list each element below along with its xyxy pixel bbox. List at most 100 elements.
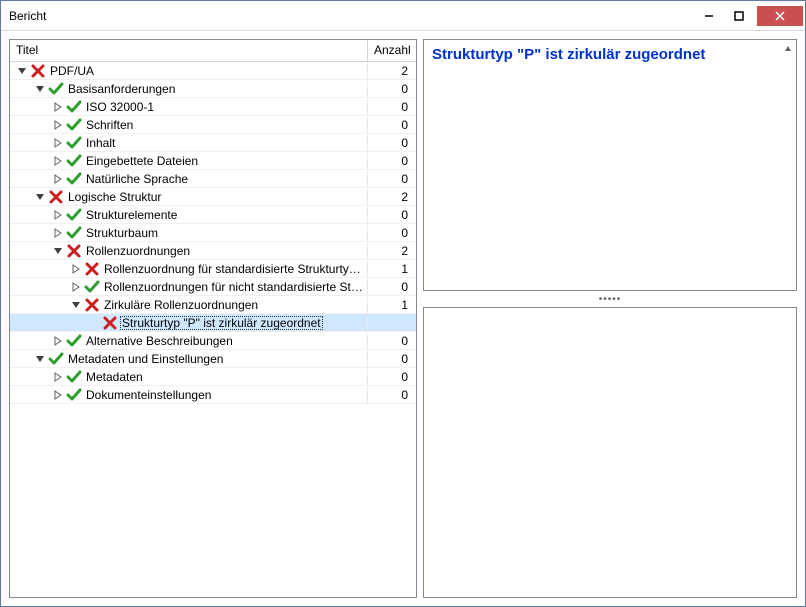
tree-panel: Titel Anzahl PDF/UA2Basisanforderungen0I… [9, 39, 417, 598]
tree-row[interactable]: Eingebettete Dateien0 [10, 152, 416, 170]
chevron-right-icon[interactable] [52, 119, 64, 131]
chevron-right-icon[interactable] [52, 209, 64, 221]
tree-row[interactable]: Rollenzuordnungen für nicht standardisie… [10, 278, 416, 296]
chevron-right-icon[interactable] [52, 137, 64, 149]
tree-row[interactable]: Rollenzuordnung für standardisierte Stru… [10, 260, 416, 278]
chevron-right-icon[interactable] [52, 227, 64, 239]
tree-row-title-cell: Schriften [10, 117, 368, 133]
tree-row-count: 0 [368, 334, 416, 348]
window-title: Bericht [9, 9, 693, 23]
tree-row-count: 2 [368, 64, 416, 78]
tree-row[interactable]: Basisanforderungen 0 [10, 80, 416, 98]
tree-row[interactable]: Metadaten0 [10, 368, 416, 386]
checkmark-icon [66, 153, 82, 169]
tree-row-title-cell: PDF/UA [10, 63, 368, 79]
chevron-right-icon[interactable] [52, 155, 64, 167]
report-window: Bericht Titel Anzahl PDF/UA2Basisanforde… [0, 0, 806, 607]
tree-row[interactable]: Dokumenteinstellungen0 [10, 386, 416, 404]
tree-row-count: 0 [368, 208, 416, 222]
checkmark-icon [66, 333, 82, 349]
error-x-icon [102, 315, 118, 331]
chevron-right-icon[interactable] [70, 281, 82, 293]
checkmark-icon [48, 81, 64, 97]
tree-row-label: Natürliche Sprache [84, 172, 190, 186]
tree-row-count: 0 [368, 172, 416, 186]
tree-row[interactable]: Zirkuläre Rollenzuordnungen1 [10, 296, 416, 314]
chevron-down-icon[interactable] [34, 353, 46, 365]
tree-row[interactable]: Rollenzuordnungen2 [10, 242, 416, 260]
titlebar[interactable]: Bericht [1, 1, 805, 31]
tree-row-count: 0 [368, 82, 416, 96]
detail-panel: Strukturtyp "P" ist zirkulär zugeordnet [423, 39, 797, 291]
tree-row-title-cell: Strukturelemente [10, 207, 368, 223]
tree-row[interactable]: Strukturtyp "P" ist zirkulär zugeordnet [10, 314, 416, 332]
tree-row-label: Rollenzuordnung für standardisierte Stru… [102, 262, 363, 276]
checkmark-icon [84, 279, 100, 295]
tree-row-count: 0 [368, 100, 416, 114]
tree-row-count: 0 [368, 352, 416, 366]
minimize-button[interactable] [695, 6, 723, 26]
tree-row-title-cell: Alternative Beschreibungen [10, 333, 368, 349]
tree-row-label: Rollenzuordnungen für nicht standardisie… [102, 280, 367, 294]
tree-row[interactable]: Logische Struktur2 [10, 188, 416, 206]
chevron-down-icon[interactable] [34, 191, 46, 203]
error-x-icon [30, 63, 46, 79]
chevron-right-icon[interactable] [52, 173, 64, 185]
chevron-right-icon[interactable] [52, 101, 64, 113]
tree-row[interactable]: Alternative Beschreibungen 0 [10, 332, 416, 350]
tree-row[interactable]: Natürliche Sprache 0 [10, 170, 416, 188]
tree-row[interactable]: Strukturbaum0 [10, 224, 416, 242]
chevron-down-icon[interactable] [16, 65, 28, 77]
tree-row-count: 1 [368, 298, 416, 312]
content-area: Titel Anzahl PDF/UA2Basisanforderungen0I… [1, 31, 805, 606]
tree-row-label: Basisanforderungen [66, 82, 177, 96]
tree-row-label: ISO 32000-1 [84, 100, 156, 114]
tree-row[interactable]: PDF/UA2 [10, 62, 416, 80]
horizontal-splitter[interactable]: ••••• [423, 295, 797, 303]
checkmark-icon [66, 99, 82, 115]
tree-row-title-cell: Eingebettete Dateien [10, 153, 368, 169]
tree-body[interactable]: PDF/UA2Basisanforderungen0ISO 32000-10Sc… [10, 62, 416, 597]
error-x-icon [66, 243, 82, 259]
chevron-right-icon[interactable] [70, 263, 82, 275]
tree-row-label: Alternative Beschreibungen [84, 334, 235, 348]
tree-row-count: 0 [368, 388, 416, 402]
tree-row-title-cell: Metadaten und Einstellungen [10, 351, 368, 367]
right-column: Strukturtyp "P" ist zirkulär zugeordnet … [423, 39, 797, 598]
tree-row-count: 0 [368, 154, 416, 168]
checkmark-icon [66, 171, 82, 187]
tree-row-count: 0 [368, 118, 416, 132]
close-button[interactable] [757, 6, 803, 26]
tree-row-label: Strukturelemente [84, 208, 179, 222]
chevron-right-icon[interactable] [52, 371, 64, 383]
error-x-icon [48, 189, 64, 205]
chevron-right-icon[interactable] [52, 335, 64, 347]
tree-row[interactable]: Metadaten und Einstellungen0 [10, 350, 416, 368]
tree-row[interactable]: ISO 32000-1 0 [10, 98, 416, 116]
expander-spacer [88, 317, 100, 329]
maximize-icon [734, 11, 744, 21]
tree-row-title-cell: Inhalt [10, 135, 368, 151]
close-icon [775, 11, 785, 21]
tree-row[interactable]: Strukturelemente 0 [10, 206, 416, 224]
chevron-down-icon[interactable] [34, 83, 46, 95]
checkmark-icon [48, 351, 64, 367]
checkmark-icon [66, 207, 82, 223]
tree-row-label: Metadaten [84, 370, 145, 384]
maximize-button[interactable] [725, 6, 753, 26]
checkmark-icon [66, 387, 82, 403]
tree-row-title-cell: Rollenzuordnung für standardisierte Stru… [10, 261, 368, 277]
tree-row-count: 0 [368, 280, 416, 294]
chevron-down-icon[interactable] [70, 299, 82, 311]
column-header-title[interactable]: Titel [10, 40, 368, 61]
tree-row-label: Inhalt [84, 136, 117, 150]
tree-row-title-cell: Basisanforderungen [10, 81, 368, 97]
tree-row[interactable]: Schriften0 [10, 116, 416, 134]
error-x-icon [84, 261, 100, 277]
tree-row[interactable]: Inhalt0 [10, 134, 416, 152]
chevron-right-icon[interactable] [52, 389, 64, 401]
scroll-up-icon[interactable] [782, 42, 794, 56]
checkmark-icon [66, 117, 82, 133]
chevron-down-icon[interactable] [52, 245, 64, 257]
column-header-count[interactable]: Anzahl [368, 40, 416, 61]
